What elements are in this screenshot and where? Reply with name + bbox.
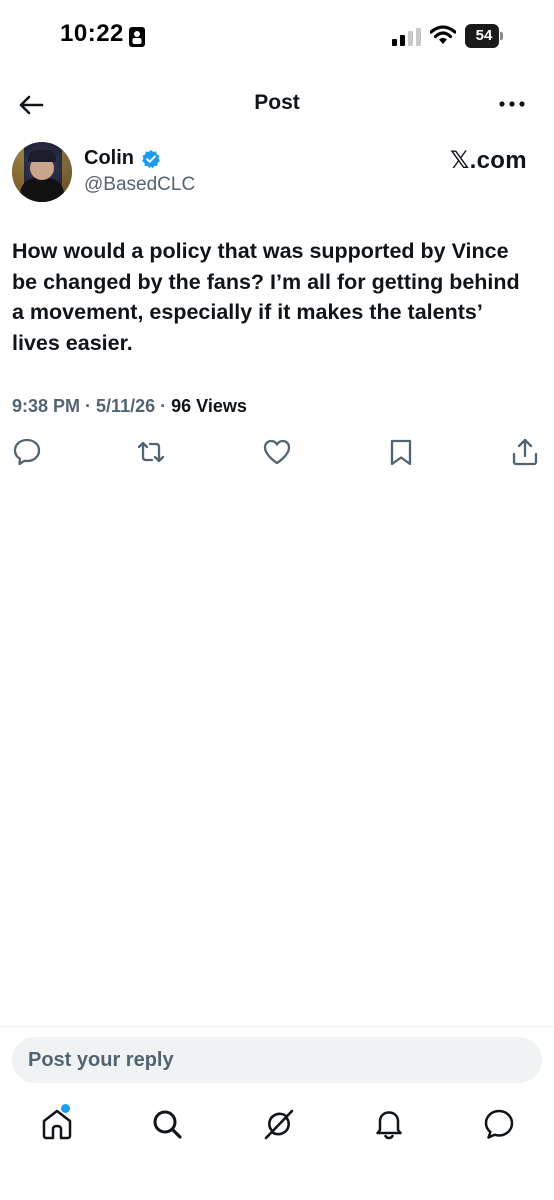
- battery-level: 54: [465, 24, 499, 48]
- repost-icon[interactable]: [136, 437, 166, 467]
- wifi-icon: [430, 25, 456, 44]
- meta-separator: ·: [85, 396, 97, 416]
- bookmark-icon[interactable]: [386, 437, 416, 467]
- post-meta: 9:38 PM · 5/11/26 · 96 Views: [12, 396, 247, 417]
- page-title: Post: [254, 91, 300, 114]
- home-icon[interactable]: [40, 1107, 74, 1141]
- lock-icon: [129, 27, 145, 47]
- verified-badge-icon: [142, 149, 160, 169]
- battery-indicator: 54: [465, 24, 505, 48]
- grok-icon[interactable]: [262, 1107, 296, 1141]
- author-handle[interactable]: @BasedCLC: [84, 174, 195, 196]
- divider: [0, 1026, 554, 1027]
- views-count[interactable]: 96: [171, 396, 191, 416]
- more-options-icon[interactable]: [498, 98, 526, 110]
- meta-separator: ·: [160, 396, 172, 416]
- views-label[interactable]: Views: [196, 396, 247, 416]
- reply-input[interactable]: Post your reply: [12, 1037, 542, 1083]
- post-text: How would a policy that was supported by…: [12, 239, 520, 355]
- notification-dot: [61, 1104, 70, 1113]
- avatar[interactable]: [12, 142, 72, 202]
- author-name[interactable]: Colin: [84, 147, 134, 170]
- signal-icon: [392, 28, 421, 46]
- notifications-bell-icon[interactable]: [372, 1107, 406, 1141]
- post-time: 9:38 PM: [12, 396, 81, 416]
- status-time: 10:22: [60, 20, 124, 47]
- messages-icon[interactable]: [482, 1107, 516, 1141]
- source-label: 𝕏.com: [450, 147, 527, 174]
- like-heart-icon[interactable]: [262, 437, 292, 467]
- share-icon[interactable]: [510, 437, 540, 467]
- reply-icon[interactable]: [12, 437, 42, 467]
- search-icon[interactable]: [150, 1107, 184, 1141]
- post-date: 5/11/26: [96, 396, 156, 416]
